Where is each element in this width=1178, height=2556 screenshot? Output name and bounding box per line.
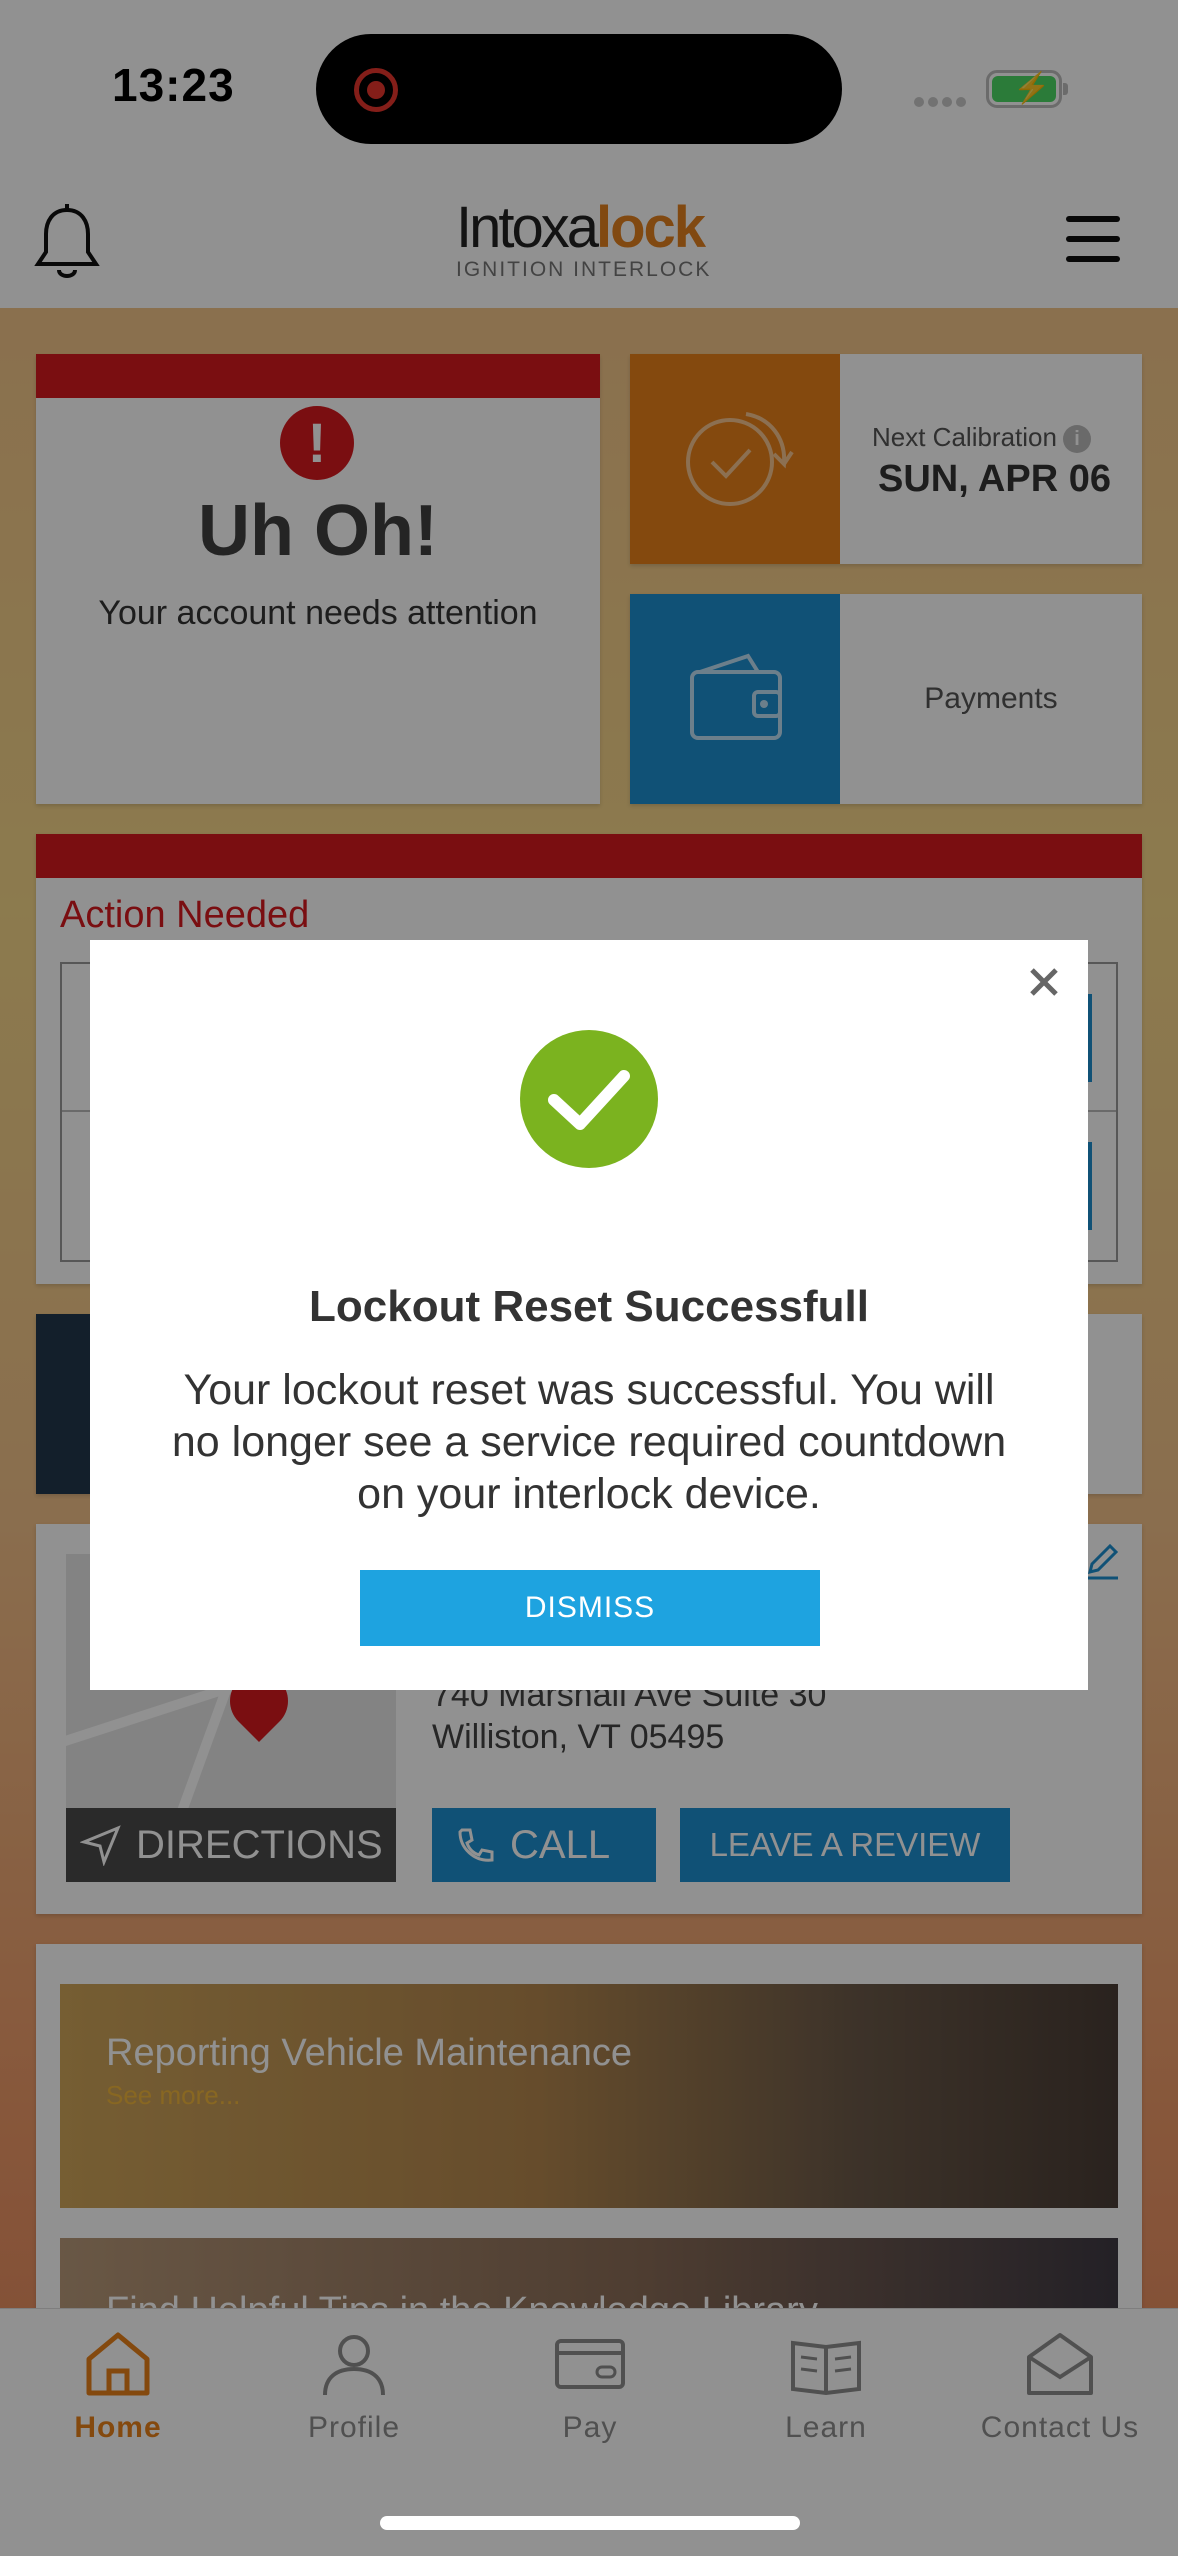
close-icon[interactable] — [1022, 960, 1066, 1004]
lockout-reset-modal: Lockout Reset Successfull Your lockout r… — [90, 940, 1088, 1690]
home-indicator[interactable] — [380, 2516, 800, 2530]
success-check-icon — [520, 1030, 658, 1168]
dismiss-button[interactable]: DISMISS — [360, 1570, 820, 1646]
modal-title: Lockout Reset Successfull — [309, 1282, 869, 1331]
modal-body: Your lockout reset was successful. You w… — [171, 1366, 1007, 1518]
